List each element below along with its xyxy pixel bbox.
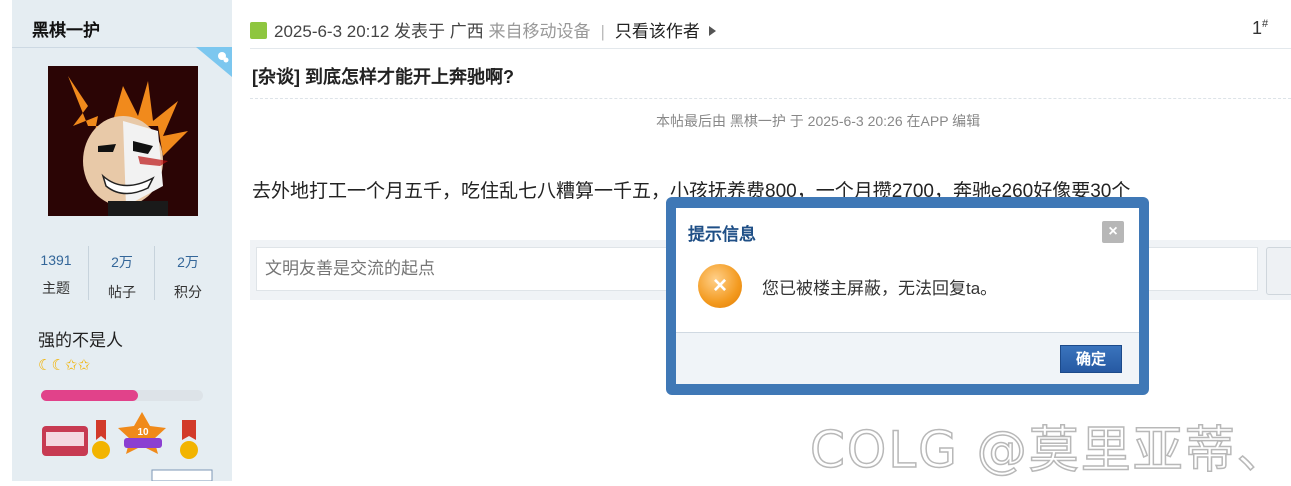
stat-topics[interactable]: 1391 主题 [24,246,89,300]
author-name[interactable]: 黑棋一护 [32,16,100,41]
floor-value: 1 [1252,18,1263,38]
error-icon: × [698,264,742,308]
stat-posts[interactable]: 2万 帖子 [90,246,155,300]
post-title: [杂谈] 到底怎样才能开上奔驰啊? [252,67,514,87]
author-stats: 1391 主题 2万 帖子 2万 积分 [24,246,220,300]
medal-icon[interactable] [42,426,88,456]
avatar[interactable] [48,66,198,216]
level-stars-icon: ☾☾✩✩ [38,357,91,374]
alert-dialog: 提示信息 × × 您已被楼主屏蔽，无法回复ta。 确定 [666,197,1149,395]
header-divider [250,48,1291,49]
stat-label: 主题 [42,280,70,296]
meta-divider: | [600,22,605,41]
dialog-footer: 确定 [676,332,1139,384]
stat-value: 1391 [40,252,72,268]
floor-number[interactable]: 1# [1252,18,1268,39]
medal-icon[interactable] [92,420,110,459]
avatar-image [48,66,198,216]
chevron-right-icon [708,26,716,36]
medal-list: 10 [40,408,220,482]
post-date: 2025-6-3 20:12 发表于 广西 [274,22,484,41]
medal-icon[interactable]: 10 [118,412,166,454]
level-progress-bar [41,390,203,401]
level-progress-fill [41,390,139,401]
edited-note: 本帖最后由 黑棋一护 于 2025-6-3 20:26 在APP 编辑 [656,113,981,129]
post-device: 来自移动设备 [488,22,591,41]
medal-icon[interactable] [151,469,213,482]
dialog-message: 您已被楼主屏蔽，无法回复ta。 [762,279,998,298]
stat-value: 2万 [111,254,133,270]
dialog-body: 提示信息 × × 您已被楼主屏蔽，无法回复ta。 确定 [676,208,1139,384]
stat-points[interactable]: 2万 积分 [156,246,220,300]
author-sidebar: 黑棋一护 1391 主题 2万 帖子 2万 积分 强的不是人 ☾☾✩✩ 10 [12,0,232,482]
online-corner-icon [196,47,232,77]
reply-submit-button[interactable] [1266,247,1291,295]
post-meta: 2025-6-3 20:12 发表于 广西 来自移动设备 | 只看该作者 [250,17,716,42]
floor-mark: # [1262,18,1269,30]
title-divider [250,98,1291,99]
stat-label: 帖子 [108,284,136,300]
watermark: COLG @莫里亚蒂、 [809,420,1289,480]
medal-icon[interactable] [180,420,198,459]
author-title: 强的不是人 [38,331,123,350]
dialog-title: 提示信息 [688,225,756,244]
user-online-icon [250,22,267,39]
confirm-button[interactable]: 确定 [1060,345,1122,373]
medal-badge-text: 10 [137,427,149,438]
stat-value: 2万 [177,254,199,270]
only-author-link[interactable]: 只看该作者 [615,22,700,41]
close-icon[interactable]: × [1102,221,1124,243]
stat-label: 积分 [174,284,202,300]
